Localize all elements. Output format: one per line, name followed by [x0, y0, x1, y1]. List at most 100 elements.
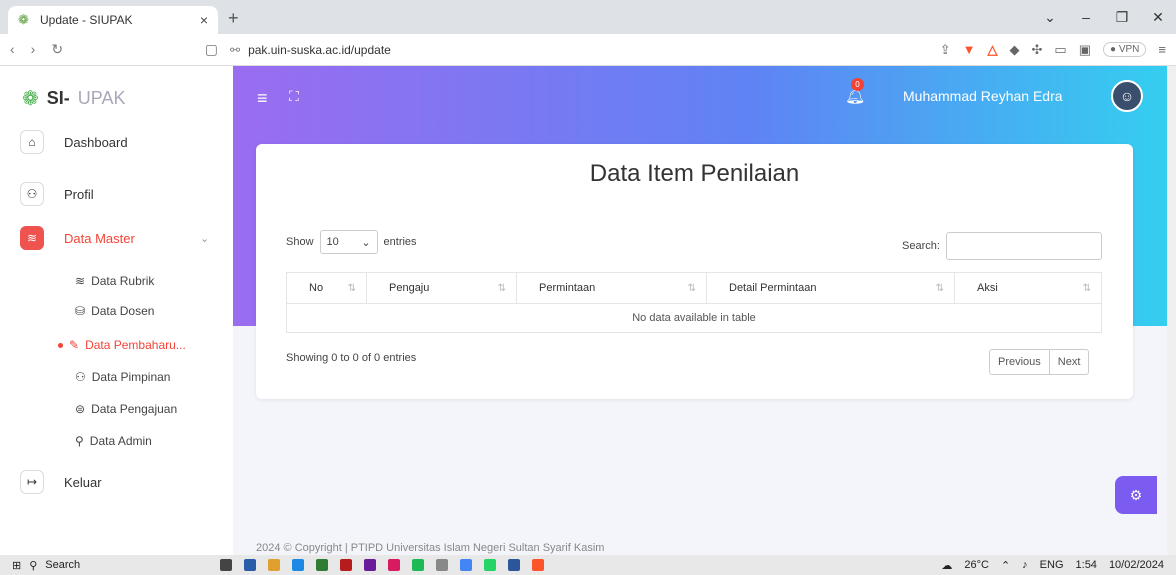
column-header-label: Permintaan [539, 282, 596, 294]
settings-fab-button[interactable]: ⚙ [1115, 476, 1157, 514]
date[interactable]: 10/02/2024 [1109, 559, 1164, 571]
volume-icon[interactable]: ♪ [1022, 559, 1028, 571]
database-icon: ⛁ [75, 304, 86, 318]
weather-icon[interactable]: ☁ [941, 559, 952, 572]
previous-button[interactable]: Previous [990, 350, 1049, 374]
sidebar-item-label: Data Master [64, 230, 135, 246]
url-field[interactable]: ⚯ pak.uin-suska.ac.id/update [230, 43, 940, 57]
user-name[interactable]: Muhammad Reyhan Edra [903, 88, 1063, 104]
show-label: Show [286, 236, 314, 248]
sidebar-subitem-data-admin[interactable]: ⚲ Data Admin [75, 434, 152, 448]
address-bar: ‹ › ↻ ▢ ⚯ pak.uin-suska.ac.id/update ⇪ ▼… [0, 34, 1176, 66]
column-header-label: Aksi [977, 282, 998, 294]
puzzle-icon[interactable]: ✣ [1032, 42, 1043, 58]
page-scrollbar[interactable] [1167, 66, 1176, 555]
instagram-icon[interactable] [388, 559, 400, 571]
new-tab-icon[interactable]: + [228, 8, 239, 29]
sidebar-subitem-data-pembaharuan[interactable]: ✎ Data Pembaharu... [58, 338, 186, 352]
column-header-no[interactable]: No ⇅ [286, 272, 367, 304]
back-icon[interactable]: ‹ [10, 41, 15, 58]
whatsapp-icon[interactable] [484, 559, 496, 571]
sort-icon: ⇅ [935, 283, 944, 294]
page-viewport: ❁ SI- UPAK ⌂ Dashboard ⚇ Profil ≋ Data M… [0, 66, 1176, 555]
hamburger-menu-icon[interactable]: ≡ [257, 88, 268, 109]
data-table-card: Data Item Penilaian Show 10 ⌄ entries Se… [256, 144, 1133, 399]
sidebar-subitem-data-dosen[interactable]: ⛁ Data Dosen [75, 304, 154, 318]
column-header-detail-permintaan[interactable]: Detail Permintaan ⇅ [706, 272, 955, 304]
word-icon[interactable] [508, 559, 520, 571]
settings-icon[interactable] [436, 559, 448, 571]
minimize-icon[interactable]: – [1068, 9, 1104, 25]
brand[interactable]: ❁ SI- UPAK [22, 86, 125, 111]
fullscreen-icon[interactable]: ⛶ [289, 88, 299, 105]
brave-icon[interactable] [532, 559, 544, 571]
taskbar-search[interactable]: ⊞ ⚲ Search [0, 559, 210, 572]
column-header-aksi[interactable]: Aksi ⇅ [954, 272, 1102, 304]
sidebar-item-profil[interactable]: ⚇ Profil [20, 182, 94, 206]
file-explorer-icon[interactable] [268, 559, 280, 571]
brave-rewards-icon[interactable]: △ [988, 42, 998, 58]
vpn-button[interactable]: ● VPN [1103, 42, 1147, 57]
entries-select[interactable]: 10 ⌄ [319, 230, 378, 254]
reload-icon[interactable]: ↻ [51, 41, 63, 58]
app-icon[interactable] [244, 559, 256, 571]
next-button[interactable]: Next [1048, 350, 1089, 374]
sidebar-subitem-data-pengajuan[interactable]: ⊜ Data Pengajuan [75, 402, 177, 416]
sidebar-subitem-label: Data Pimpinan [91, 370, 171, 384]
language[interactable]: ENG [1040, 559, 1064, 571]
column-header-label: No [309, 282, 324, 294]
app-icon[interactable] [412, 559, 424, 571]
search-input[interactable] [945, 232, 1102, 260]
column-header-permintaan[interactable]: Permintaan ⇅ [516, 272, 707, 304]
entries-select-value: 10 [326, 236, 339, 248]
wallet-icon[interactable]: ▣ [1079, 42, 1091, 58]
sidebar-subitem-label: Data Pengajuan [91, 402, 178, 416]
sidebar-subitem-data-rubrik[interactable]: ≋ Data Rubrik [75, 274, 154, 288]
chevron-down-icon[interactable]: ⌄ [1032, 9, 1068, 26]
column-header-pengaju[interactable]: Pengaju ⇅ [366, 272, 517, 304]
taskbar-apps [220, 559, 544, 571]
user-check-icon: ⚲ [75, 434, 84, 448]
app-icon[interactable] [364, 559, 376, 571]
layers-icon: ≋ [20, 226, 44, 250]
close-window-icon[interactable]: ✕ [1140, 9, 1176, 26]
sidebar-subitem-label: Data Rubrik [91, 274, 155, 288]
bookmark-icon[interactable]: ▢ [205, 41, 218, 58]
user-icon: ⚇ [20, 182, 44, 206]
clock[interactable]: 1:54 [1076, 559, 1097, 571]
avatar[interactable]: ☺ [1111, 80, 1143, 112]
chevron-up-icon[interactable]: ⌃ [1001, 559, 1010, 572]
sidebar-item-dashboard[interactable]: ⌂ Dashboard [20, 130, 128, 154]
brave-shield-icon[interactable]: ▼ [963, 42, 976, 57]
table-header-row: No ⇅ Pengaju ⇅ Permintaan ⇅ Detail Perminta… [286, 272, 1102, 304]
browser-tab[interactable]: ❁ Update - SIUPAK × [8, 6, 218, 34]
column-header-label: Detail Permintaan [729, 282, 817, 294]
sidebar-icon[interactable]: ▭ [1054, 42, 1066, 58]
windows-start-icon[interactable]: ⊞ [12, 559, 21, 572]
window-controls: ⌄ – ❐ ✕ [1032, 0, 1176, 34]
sidebar-item-keluar[interactable]: ↦ Keluar [20, 470, 102, 494]
site-info-icon[interactable]: ⚯ [230, 43, 240, 57]
notification-bell-icon[interactable]: 🔔︎ 0 [845, 78, 865, 106]
task-view-icon[interactable] [220, 559, 232, 571]
close-tab-icon[interactable]: × [200, 12, 208, 28]
sort-icon: ⇅ [1082, 283, 1091, 294]
app-icon[interactable] [340, 559, 352, 571]
maximize-icon[interactable]: ❐ [1104, 9, 1140, 26]
sidebar-subitem-data-pimpinan[interactable]: ⚇ Data Pimpinan [75, 370, 170, 384]
entries-label: entries [383, 236, 417, 248]
forward-icon[interactable]: › [31, 41, 36, 58]
app-icon[interactable] [292, 559, 304, 571]
taskbar: ⊞ ⚲ Search ☁ 26°C ⌃ ♪ ENG 1:54 10/02/202… [0, 555, 1176, 575]
app-icon[interactable] [316, 559, 328, 571]
inbox-icon: ⊜ [75, 402, 86, 416]
sidebar-item-label: Keluar [64, 474, 102, 490]
menu-icon[interactable]: ≡ [1158, 42, 1166, 57]
share-icon[interactable]: ⇪ [940, 42, 951, 58]
browser-tab-bar: ❁ Update - SIUPAK × + ⌄ – ❐ ✕ [0, 0, 1176, 34]
chrome-icon[interactable] [460, 559, 472, 571]
search-label: Search: [902, 240, 940, 252]
logout-icon: ↦ [20, 470, 44, 494]
extension-icon[interactable]: ◆ [1010, 42, 1020, 58]
sidebar-item-data-master[interactable]: ≋ Data Master ⌄ [20, 226, 209, 250]
